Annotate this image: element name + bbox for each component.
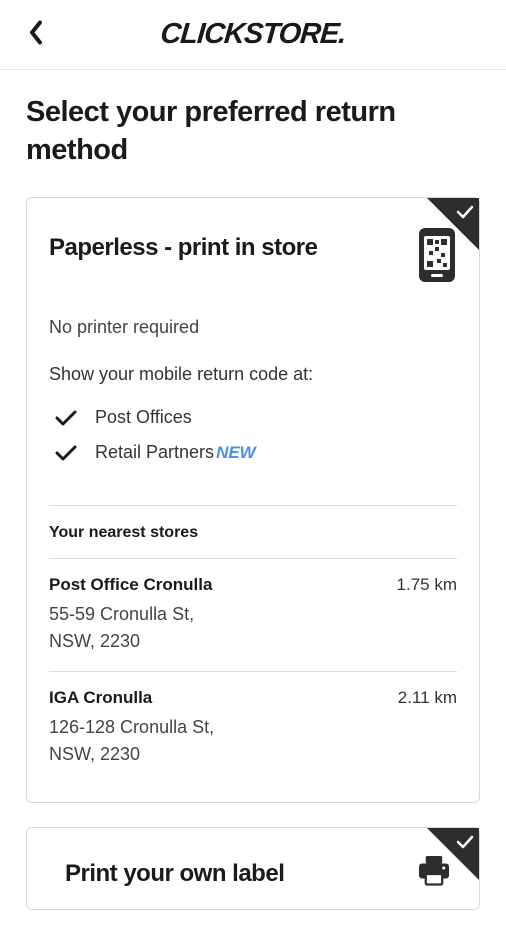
option-label: Post Offices	[95, 407, 192, 427]
app-header: CLICKSTORE.	[0, 0, 506, 70]
store-info: IGA Cronulla 126-128 Cronulla St, NSW, 2…	[49, 688, 214, 768]
page-title: Select your preferred return method	[26, 94, 480, 169]
card-subtitle: No printer required	[49, 317, 457, 338]
stores-heading: Your nearest stores	[49, 506, 457, 559]
return-method-print-own[interactable]: Print your own label	[26, 827, 480, 910]
location-option: Post Offices	[49, 407, 457, 428]
check-icon	[55, 444, 77, 462]
return-method-paperless[interactable]: Paperless - print in store	[26, 197, 480, 803]
card-header: Print your own label	[49, 856, 457, 891]
selected-corner-badge	[427, 828, 479, 880]
main-content: Select your preferred return method Pape…	[0, 70, 506, 934]
store-info: Post Office Cronulla 55-59 Cronulla St, …	[49, 575, 212, 655]
check-icon	[55, 409, 77, 427]
store-distance: 1.75 km	[397, 575, 457, 595]
store-name: IGA Cronulla	[49, 688, 214, 708]
location-options-list: Post Offices Retail PartnersNEW	[49, 407, 457, 463]
brand-logo: CLICKSTORE.	[19, 18, 488, 51]
card-header: Paperless - print in store	[49, 226, 457, 289]
store-address: 55-59 Cronulla St, NSW, 2230	[49, 601, 212, 655]
check-icon	[455, 202, 475, 222]
store-name: Post Office Cronulla	[49, 575, 212, 595]
option-label: Retail Partners	[95, 442, 214, 462]
card-title: Print your own label	[65, 860, 284, 888]
location-option: Retail PartnersNEW	[49, 442, 457, 463]
card-title: Paperless - print in store	[49, 234, 317, 262]
card-instruction: Show your mobile return code at:	[49, 364, 457, 385]
store-row[interactable]: Post Office Cronulla 55-59 Cronulla St, …	[49, 559, 457, 672]
check-icon	[455, 832, 475, 852]
store-address: 126-128 Cronulla St, NSW, 2230	[49, 714, 214, 768]
new-badge: NEW	[216, 443, 256, 462]
store-row[interactable]: IGA Cronulla 126-128 Cronulla St, NSW, 2…	[49, 672, 457, 784]
nearest-stores-section: Your nearest stores Post Office Cronulla…	[49, 505, 457, 784]
store-distance: 2.11 km	[398, 688, 457, 708]
selected-corner-badge	[427, 198, 479, 250]
